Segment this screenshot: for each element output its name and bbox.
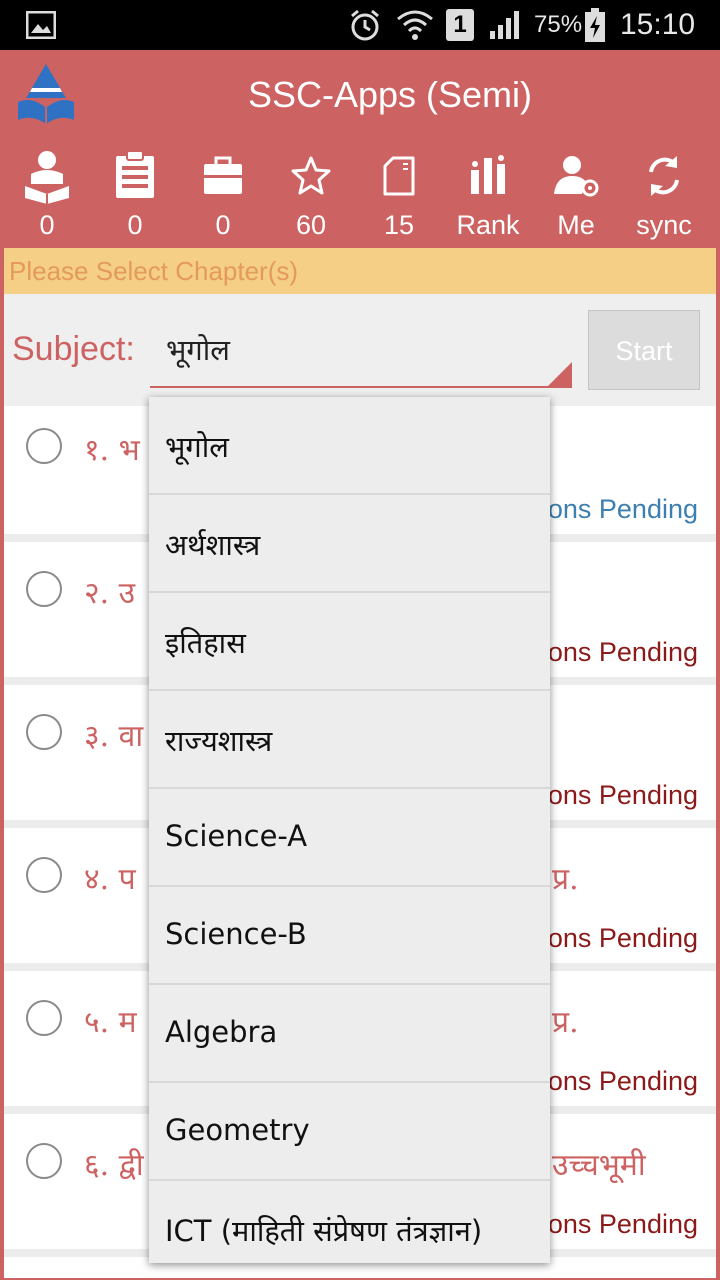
clipboard-icon (116, 150, 154, 198)
chapter-status: ons Pending (547, 923, 698, 953)
toolbar-me-button[interactable]: Me (532, 150, 620, 246)
sim-badge-icon: 1 (446, 0, 474, 50)
toolbar-reader-count: 0 (39, 210, 55, 240)
dropdown-option[interactable]: Science-A (149, 789, 550, 887)
toolbar-reader-button[interactable]: 0 (3, 150, 91, 246)
chapter-status: ons Pending (547, 1209, 698, 1239)
toolbar-rank-button[interactable]: Rank (444, 150, 532, 246)
toolbar-card-count: 15 (383, 210, 415, 240)
chapter-status: ons Pending (547, 1066, 698, 1096)
alarm-icon (348, 0, 382, 50)
status-bar: 1 75% 15:10 (0, 0, 720, 50)
card-icon (383, 156, 415, 196)
dropdown-option[interactable]: इतिहास (149, 593, 550, 691)
toolbar-rank-label: Rank (456, 210, 520, 240)
chapter-title: १. भ (84, 433, 140, 468)
toolbar-clipboard-button[interactable]: 0 (91, 150, 179, 246)
subject-spinner[interactable]: भूगोल (150, 316, 572, 388)
battery-icon (584, 0, 606, 50)
chapter-status: ons Pending (547, 637, 698, 667)
briefcase-icon (204, 156, 242, 194)
dropdown-option-label: ICT (माहिती संप्रेषण तंत्रज्ञान) (165, 1214, 483, 1248)
dropdown-option-label: Geometry (165, 1113, 310, 1147)
dropdown-option-label: अर्थशास्त्र (165, 528, 261, 562)
chapter-radio[interactable] (26, 428, 62, 464)
chapter-status: ons Pending (547, 780, 698, 810)
sync-icon (649, 156, 679, 196)
dropdown-option[interactable]: Geometry (149, 1083, 550, 1181)
app-header: SSC-Apps (Semi) 0 0 0 60 15 Rank Me sync (0, 50, 720, 248)
app-title: SSC-Apps (Semi) (247, 74, 533, 115)
dropdown-option[interactable]: ICT (माहिती संप्रेषण तंत्रज्ञान) (149, 1181, 550, 1263)
chapter-radio[interactable] (26, 714, 62, 750)
reader-icon (25, 151, 69, 204)
toolbar-star-count: 60 (295, 210, 327, 240)
chapter-radio[interactable] (26, 571, 62, 607)
chapter-status: ons Pending (547, 494, 698, 524)
dropdown-option-label: राज्यशास्त्र (165, 724, 273, 758)
signal-icon (488, 0, 524, 50)
wifi-icon (396, 0, 434, 50)
clock: 15:10 (620, 8, 696, 41)
toolbar-sync-button[interactable]: sync (620, 150, 708, 246)
user-settings-icon (554, 156, 599, 197)
dropdown-arrow-icon (548, 362, 572, 386)
rank-icon (471, 155, 505, 194)
chapter-title: ५. म (84, 1005, 137, 1040)
chapter-radio[interactable] (26, 1143, 62, 1179)
toolbar-card-button[interactable]: 15 (355, 150, 443, 246)
star-icon (291, 156, 331, 195)
start-button[interactable]: Start (588, 310, 700, 390)
gallery-notification-icon (26, 0, 56, 50)
chapter-title: २. उ (84, 576, 136, 611)
subject-selected-value: भूगोल (166, 333, 230, 367)
select-chapter-banner: Please Select Chapter(s) (4, 248, 716, 294)
chapter-title-tail: उच्चभूमी (552, 1148, 646, 1183)
dropdown-option[interactable]: राज्यशास्त्र (149, 691, 550, 789)
toolbar-briefcase-count: 0 (215, 210, 231, 240)
toolbar-clipboard-count: 0 (127, 210, 143, 240)
chapter-title: ६. द्वी (84, 1148, 144, 1183)
chapter-radio[interactable] (26, 1000, 62, 1036)
toolbar-me-label: Me (557, 210, 595, 240)
dropdown-option-label: Science-A (165, 819, 308, 853)
dropdown-option-label: Science-B (165, 917, 307, 951)
subject-row: Subject: भूगोल Start (4, 294, 716, 406)
dropdown-option-label: Algebra (165, 1015, 278, 1049)
toolbar-star-button[interactable]: 60 (267, 150, 355, 246)
dropdown-option[interactable]: Algebra (149, 985, 550, 1083)
subject-dropdown-list: भूगोल अर्थशास्त्र इतिहास राज्यशास्त्र Sc… (149, 397, 550, 1263)
chapter-title: ४. प (84, 862, 136, 897)
chapter-title-tail: प्र. (552, 1005, 579, 1040)
dropdown-option[interactable]: Science-B (149, 887, 550, 985)
dropdown-option[interactable]: भूगोल (149, 397, 550, 495)
dropdown-option[interactable]: अर्थशास्त्र (149, 495, 550, 593)
chapter-radio[interactable] (26, 857, 62, 893)
toolbar-briefcase-button[interactable]: 0 (179, 150, 267, 246)
dropdown-option-label: भूगोल (165, 430, 229, 464)
toolbar-sync-label: sync (636, 210, 692, 240)
dropdown-option-label: इतिहास (165, 626, 246, 660)
chapter-title: ३. वा (84, 719, 144, 754)
battery-percent: 75% (534, 11, 583, 38)
subject-label: Subject: (12, 330, 135, 368)
chapter-title-tail: प्र. (552, 862, 579, 897)
